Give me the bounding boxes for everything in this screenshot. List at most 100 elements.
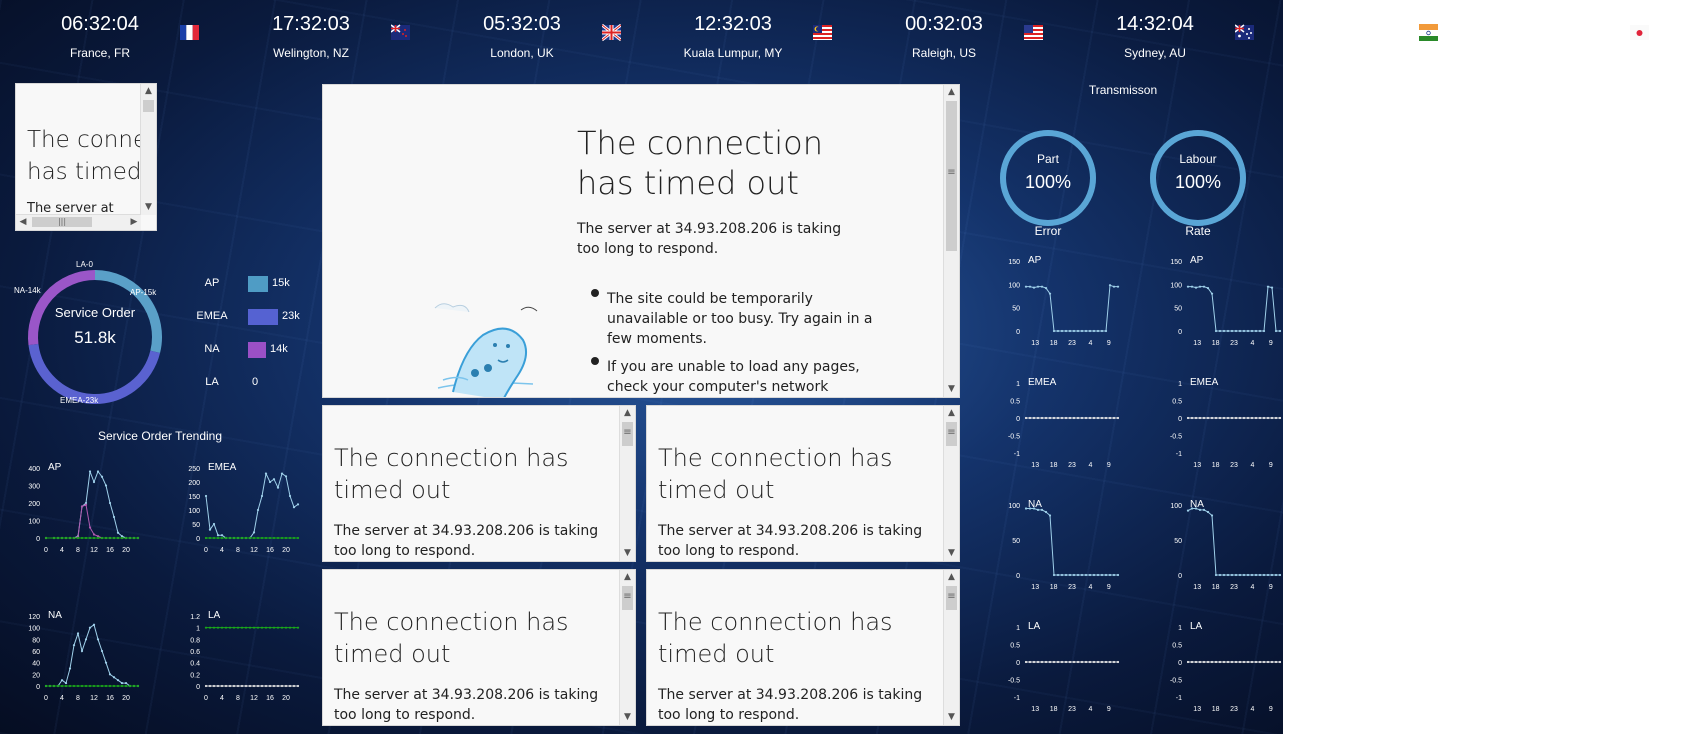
x-tick-label: 4 (1088, 462, 1092, 469)
data-point (1234, 573, 1238, 577)
y-tick-label: 0.5 (1172, 399, 1182, 406)
data-point (216, 626, 220, 629)
data-point (228, 684, 232, 688)
data-point (1246, 329, 1250, 333)
transmission-chart-na-2: NA 0 50 100 13 18 23 4 9 (1160, 495, 1283, 595)
data-point (1238, 573, 1242, 577)
data-point (1266, 416, 1270, 420)
scroll-grip-icon: ≡ (947, 591, 956, 602)
x-tick-label: 8 (236, 695, 240, 702)
scroll-down-icon[interactable]: ▼ (620, 546, 635, 561)
data-point (1080, 660, 1084, 664)
scroll-grip-icon: ≡ (947, 427, 956, 438)
vertical-scrollbar[interactable]: ▲ ▼ (140, 84, 156, 215)
data-point (1202, 285, 1206, 288)
data-point (256, 536, 260, 540)
x-tick-label: 23 (1230, 462, 1238, 469)
scroll-down-icon[interactable]: ▼ (944, 710, 959, 725)
vertical-scrollbar[interactable]: ▲ ≡ ▼ (943, 85, 959, 397)
data-point (64, 536, 68, 540)
x-tick-label: 4 (1250, 706, 1254, 713)
data-point (1040, 285, 1044, 288)
data-point (1048, 514, 1052, 517)
data-point (1250, 329, 1254, 333)
data-point (1186, 509, 1190, 512)
trend-chart-na: NA 0 20 40 60 80 100 120 0 4 8 12 16 20 (18, 606, 146, 706)
error-frame-1[interactable]: The connection has timed out The server … (322, 405, 636, 562)
error-frame-3[interactable]: The connection has timed out The server … (322, 569, 636, 726)
error-frame-4[interactable]: The connection has timed out The server … (646, 569, 960, 726)
data-point (232, 626, 236, 629)
scroll-down-icon[interactable]: ▼ (620, 710, 635, 725)
data-point (1116, 660, 1120, 664)
data-point (268, 536, 272, 540)
x-tick-label: 16 (266, 695, 274, 702)
main-error-frame[interactable]: The connection has timed out The server … (322, 84, 960, 398)
data-point (296, 503, 300, 506)
scroll-up-icon[interactable]: ▲ (944, 85, 959, 100)
y-tick-label: 100 (1170, 503, 1182, 510)
data-point (248, 626, 252, 629)
data-point (296, 536, 300, 540)
data-point (1194, 507, 1198, 510)
chart-title: LA (1190, 621, 1203, 632)
scroll-up-icon[interactable]: ▲ (620, 570, 635, 585)
data-point (296, 684, 300, 688)
vertical-scrollbar[interactable]: ▲ ≡ ▼ (619, 406, 635, 561)
line-chart: EMEA 0 50 100 150 200 250 0 4 8 12 16 20 (188, 462, 300, 554)
data-point (1190, 660, 1194, 664)
data-point (104, 536, 108, 540)
data-point (100, 684, 104, 688)
line-chart: AP 0 50 100 150 13 18 23 4 9 (1008, 255, 1120, 347)
donut-label-emea: EMEA-23k (60, 396, 99, 405)
scroll-up-icon[interactable]: ▲ (944, 406, 959, 421)
data-point (1052, 329, 1056, 333)
malaysia-flag-icon (813, 23, 832, 42)
data-point (44, 536, 48, 540)
y-tick-label: 150 (188, 494, 200, 501)
scroll-down-icon[interactable]: ▼ (944, 382, 959, 397)
data-point (1084, 329, 1088, 333)
data-point (272, 684, 276, 688)
data-point (1214, 660, 1218, 664)
data-point (1092, 573, 1096, 577)
transmission-chart-la-2: LA -1 -0.5 0 0.5 1 13 18 23 4 9 (1160, 617, 1283, 717)
scroll-up-icon[interactable]: ▲ (620, 406, 635, 421)
x-tick-label: 12 (250, 547, 258, 554)
y-tick-label: 0 (1178, 329, 1182, 336)
data-point (1218, 573, 1222, 577)
data-point (1040, 508, 1044, 511)
scroll-down-icon[interactable]: ▼ (141, 200, 156, 215)
data-point (272, 478, 276, 481)
scroll-up-icon[interactable]: ▲ (141, 84, 156, 99)
vertical-scrollbar[interactable]: ▲ ≡ ▼ (619, 570, 635, 725)
scroll-left-icon[interactable]: ◀ (16, 215, 30, 229)
scroll-up-icon[interactable]: ▲ (944, 570, 959, 585)
data-point (212, 536, 216, 540)
vertical-scrollbar[interactable]: ▲ ≡ ▼ (943, 406, 959, 561)
line-chart: AP 0 50 100 150 13 18 23 4 9 (1170, 255, 1282, 347)
data-point (260, 536, 264, 540)
data-point (88, 536, 92, 540)
data-point (1040, 416, 1044, 420)
error-heading: The connection has timed out (658, 444, 893, 504)
scroll-right-icon[interactable]: ▶ (127, 215, 141, 229)
scroll-down-icon[interactable]: ▼ (944, 546, 959, 561)
scroll-thumb[interactable] (143, 100, 154, 112)
x-tick-label: 9 (1269, 462, 1273, 469)
data-point (1060, 660, 1064, 664)
data-point (44, 684, 48, 688)
vertical-scrollbar[interactable]: ▲ ≡ ▼ (943, 570, 959, 725)
horizontal-scrollbar[interactable]: ◀ ||| ▶ (16, 214, 141, 230)
data-point (1040, 660, 1044, 664)
data-point (1052, 660, 1056, 664)
y-tick-label: 120 (28, 614, 40, 621)
error-heading-line2: has timed (27, 159, 142, 185)
data-point (280, 626, 284, 629)
scroll-thumb[interactable]: ||| (32, 217, 92, 227)
data-point (1254, 573, 1258, 577)
error-frame-2[interactable]: The connection has timed out The server … (646, 405, 960, 562)
data-point (92, 480, 96, 484)
small-error-frame[interactable]: The conne has timed The server at ▲ ▼ ◀ … (15, 83, 157, 231)
y-tick-label: 400 (28, 466, 40, 473)
